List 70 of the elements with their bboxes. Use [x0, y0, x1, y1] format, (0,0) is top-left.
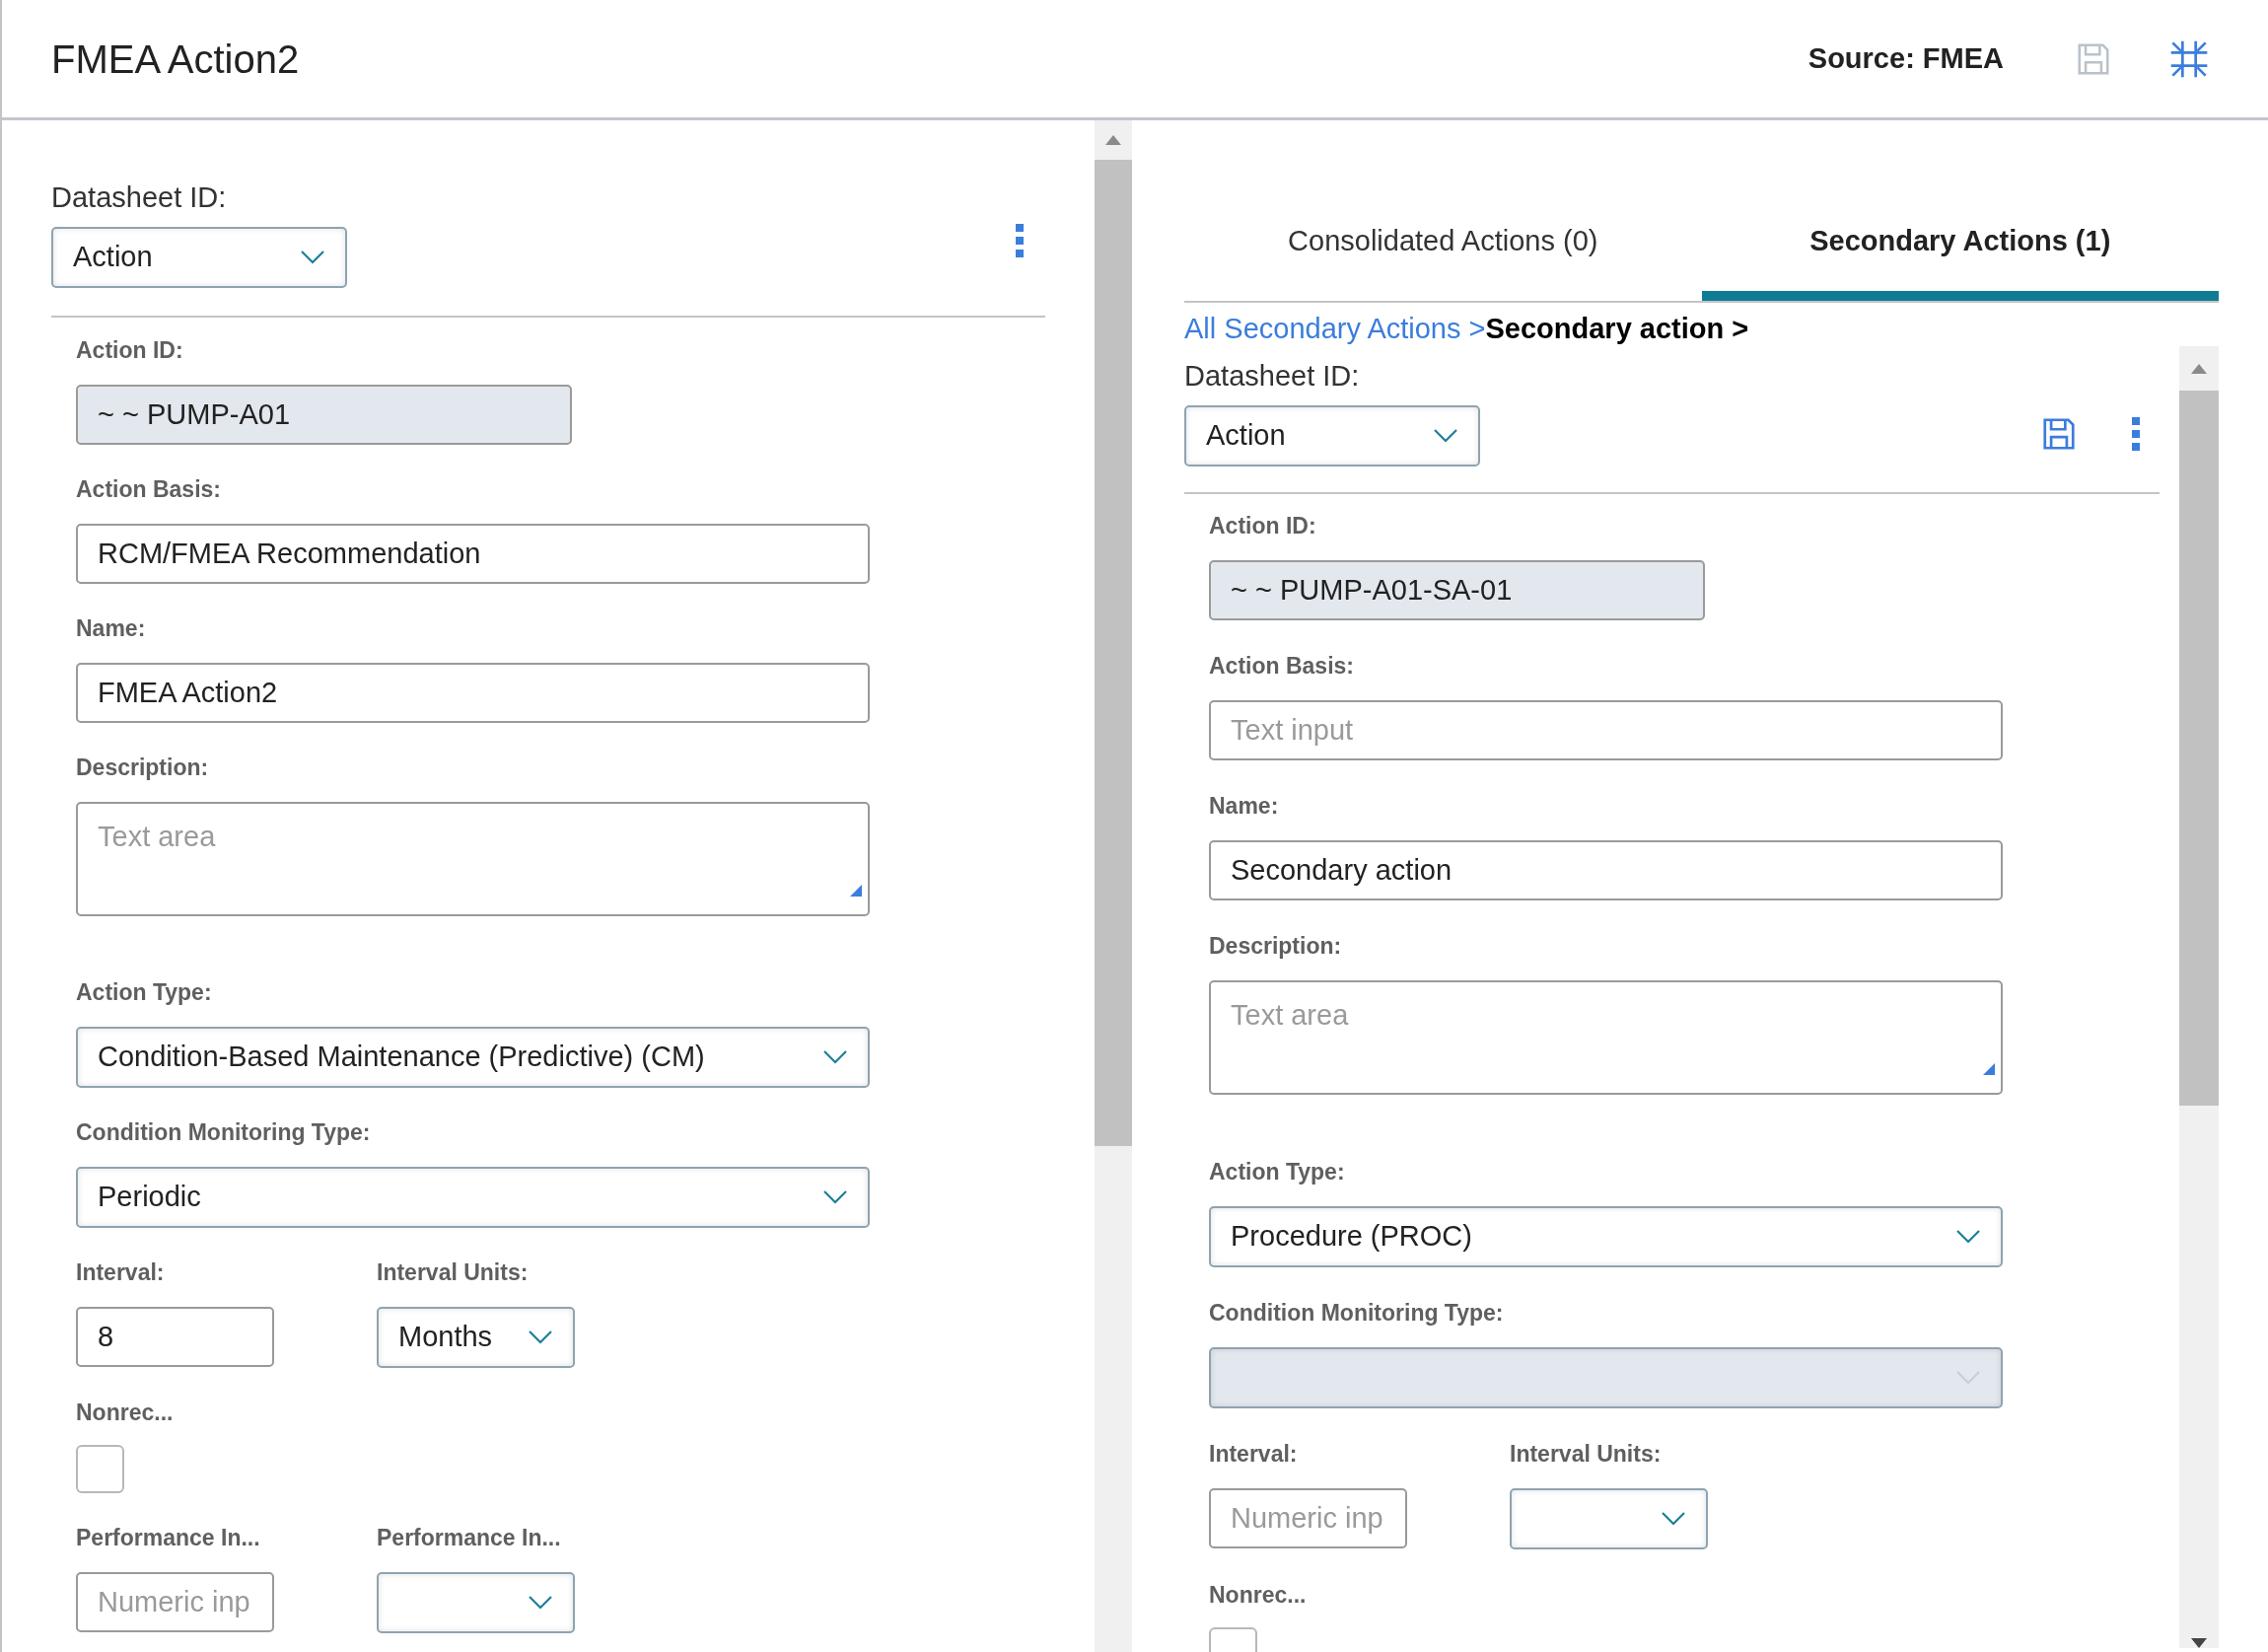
- dropdown[interactable]: [1510, 1488, 1708, 1549]
- scrollbar[interactable]: [2179, 346, 2219, 1648]
- source-label: Source: FMEA: [1807, 40, 2004, 76]
- text-field[interactable]: Numeric inp: [1209, 1488, 1407, 1548]
- field-label: Action Basis:: [76, 475, 222, 504]
- page-title: FMEA Action2: [51, 36, 300, 83]
- scroll-up-icon[interactable]: [1105, 135, 1121, 145]
- field-label: Nonrec...: [76, 1399, 174, 1427]
- breadcrumb-current: Secondary action >: [1485, 312, 1749, 346]
- chevron-down-icon: [822, 1049, 848, 1065]
- field-label: Condition Monitoring Type:: [1209, 1299, 1505, 1328]
- text-field[interactable]: FMEA Action2: [76, 663, 870, 723]
- text-area[interactable]: Text area: [76, 802, 870, 916]
- dropdown[interactable]: [377, 1572, 575, 1633]
- field-label: Datasheet ID:: [51, 180, 228, 215]
- scrollbar-thumb[interactable]: [2179, 391, 2219, 1106]
- dropdown[interactable]: Procedure (PROC): [1209, 1206, 2003, 1267]
- checkbox[interactable]: [76, 1445, 124, 1493]
- text-field[interactable]: Text input: [1209, 700, 2003, 760]
- scrollbar[interactable]: [1095, 120, 1132, 1652]
- chevron-down-icon: [822, 1189, 848, 1205]
- field-label: Name:: [1209, 792, 1280, 821]
- tab[interactable]: Secondary Actions (1): [1701, 202, 2219, 301]
- field-label: Description:: [1209, 932, 1343, 961]
- field-label: Performance In...: [76, 1524, 261, 1552]
- datasheet-dropdown[interactable]: Action: [1184, 405, 1480, 467]
- more-options-icon[interactable]: [2132, 417, 2140, 451]
- field-label: Performance In...: [377, 1524, 562, 1552]
- chevron-down-icon: [1661, 1511, 1686, 1527]
- field-label: Interval:: [76, 1258, 166, 1287]
- field-label: Condition Monitoring Type:: [76, 1118, 372, 1147]
- save-icon[interactable]: [2040, 415, 2078, 453]
- field-label: Name:: [76, 614, 147, 643]
- datasheet-dropdown[interactable]: Action: [51, 227, 347, 288]
- scrollbar-thumb[interactable]: [1095, 160, 1132, 1146]
- breadcrumb-link[interactable]: All Secondary Actions >: [1184, 311, 1486, 346]
- text-field[interactable]: ~ ~ PUMP-A01: [76, 385, 572, 445]
- text-field[interactable]: 8: [76, 1307, 274, 1367]
- text-field[interactable]: Numeric inp: [76, 1572, 274, 1632]
- resize-handle-icon[interactable]: [850, 885, 862, 897]
- chevron-down-icon: [300, 250, 325, 265]
- field-label: Action Type:: [76, 978, 213, 1007]
- chevron-down-icon: [528, 1329, 553, 1345]
- scroll-down-icon[interactable]: [2191, 1638, 2207, 1648]
- field-label: Interval Units:: [1510, 1440, 1663, 1469]
- field-label: Action ID:: [1209, 512, 1317, 540]
- dropdown[interactable]: Condition-Based Maintenance (Predictive) (CM): [76, 1027, 870, 1088]
- field-label: Action ID:: [76, 336, 184, 365]
- chevron-down-icon: [1955, 1370, 1981, 1386]
- scroll-up-icon[interactable]: [2191, 363, 2207, 374]
- text-field[interactable]: Secondary action: [1209, 840, 2003, 900]
- field-label: Nonrec...: [1209, 1581, 1307, 1610]
- field-label: Action Type:: [1209, 1158, 1346, 1186]
- field-label: Description:: [76, 754, 210, 782]
- dropdown[interactable]: Months: [377, 1307, 575, 1368]
- text-area[interactable]: Text area: [1209, 980, 2003, 1095]
- text-field[interactable]: ~ ~ PUMP-A01-SA-01: [1209, 560, 1705, 620]
- text-field[interactable]: RCM/FMEA Recommendation: [76, 524, 870, 584]
- field-label: Interval:: [1209, 1440, 1299, 1469]
- collapse-icon[interactable]: [2169, 38, 2209, 79]
- tab[interactable]: Consolidated Actions (0): [1184, 202, 1702, 301]
- field-label: Interval Units:: [377, 1258, 530, 1287]
- field-label: Datasheet ID:: [1184, 359, 1361, 394]
- field-label: Action Basis:: [1209, 652, 1355, 681]
- resize-handle-icon[interactable]: [1983, 1063, 1995, 1075]
- chevron-down-icon: [528, 1595, 553, 1611]
- dropdown[interactable]: Periodic: [76, 1167, 870, 1228]
- more-options-icon[interactable]: [1016, 224, 1024, 257]
- chevron-down-icon: [1433, 428, 1458, 444]
- chevron-down-icon: [1955, 1229, 1981, 1245]
